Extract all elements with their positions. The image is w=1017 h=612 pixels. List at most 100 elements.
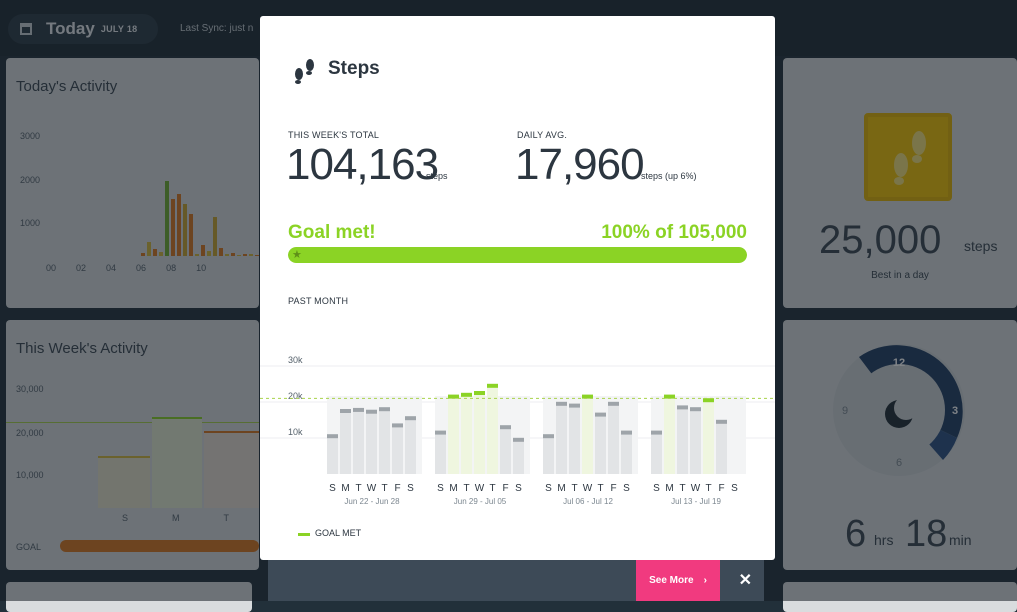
day-bar [500, 427, 511, 474]
sleep-clock: 12 3 6 9 [833, 344, 965, 476]
activity-bar [237, 255, 241, 256]
today-date-selector[interactable]: Today JULY 18 [8, 14, 158, 44]
day-bar [487, 385, 498, 474]
day-bar [664, 396, 675, 474]
last-sync-text: Last Sync: just n [180, 23, 254, 34]
past-month-chart: 30k20k10kS M T W T F SJun 22 - Jun 28S M T W T F SJu… [260, 355, 775, 506]
week-activity-tile[interactable]: This Week's Activity 30,000 20,000 10,00… [6, 320, 259, 570]
best-day-tile[interactable]: 25,000 steps Best in a day [783, 58, 1017, 308]
day-bar [716, 421, 727, 474]
goal-line [6, 422, 259, 423]
sleep-hours-unit: hrs [874, 532, 894, 548]
see-more-button[interactable]: See More › [636, 560, 720, 601]
day-bar [595, 414, 606, 474]
day-label: M [449, 483, 457, 494]
day-bar-cap [716, 419, 727, 424]
day-bar [448, 396, 459, 474]
day-bar-cap [340, 409, 351, 413]
week-total-unit: steps [426, 171, 448, 181]
day-bar [474, 393, 485, 474]
activity-bar [189, 214, 193, 256]
x-tick-label: 06 [136, 263, 147, 273]
x-tick-label: 00 [46, 263, 57, 273]
goal-met-text: Goal met! [288, 222, 376, 243]
day-bar [392, 425, 403, 474]
day-label: S [545, 483, 552, 494]
day-label: S [623, 483, 630, 494]
best-day-value: 25,000 [819, 218, 942, 262]
day-label: M [665, 483, 673, 494]
day-bar-cap [487, 383, 498, 388]
day-label: T [489, 483, 495, 494]
sleep-tile[interactable]: 12 3 6 9 6 hrs 18 min [783, 320, 1017, 570]
day-label: F [718, 483, 724, 494]
clock-label-6: 6 [896, 457, 902, 469]
bottom-tile [783, 582, 1017, 612]
day-bar-cap [621, 430, 632, 435]
day-label: M [341, 483, 349, 494]
y-tick-label: 30,000 [16, 384, 44, 394]
week-bar-top [152, 417, 202, 419]
day-bar-cap [690, 407, 701, 412]
day-label: T [355, 483, 361, 494]
day-bar [513, 439, 524, 474]
day-bar-cap [651, 430, 662, 435]
day-bar-cap [513, 437, 524, 442]
activity-bar [177, 194, 181, 256]
x-tick-label: T [223, 513, 230, 523]
best-day-label: Best in a day [871, 270, 929, 281]
day-bar-cap [327, 434, 338, 439]
day-bar [608, 403, 619, 474]
day-label: S [731, 483, 738, 494]
week-range-label: Jul 13 - Jul 19 [671, 497, 721, 506]
day-bar-cap [353, 407, 364, 412]
footprints-icon [295, 59, 314, 84]
x-tick-label: S [122, 513, 129, 523]
day-bar [651, 432, 662, 474]
day-label: F [502, 483, 508, 494]
activity-bar [183, 204, 187, 256]
x-axis-labels: 00 02 04 06 08 10 [46, 263, 256, 273]
week-bar [204, 431, 259, 508]
day-bar-cap [569, 403, 580, 408]
day-bar-cap [543, 434, 554, 439]
day-label: T [597, 483, 603, 494]
activity-bar [195, 254, 199, 256]
activity-bar [243, 254, 247, 256]
day-label: F [610, 483, 616, 494]
day-bar-cap [595, 412, 606, 417]
day-label: S [515, 483, 522, 494]
day-label: W [475, 483, 485, 494]
best-day-unit: steps [964, 238, 998, 254]
week-bar-top [98, 456, 150, 458]
day-label: T [679, 483, 685, 494]
day-bar [340, 411, 351, 474]
sleep-minutes: 18 [905, 513, 948, 555]
clock-label-9: 9 [842, 405, 848, 417]
activity-bar [165, 181, 169, 256]
daily-avg-unit: steps (up 6%) [641, 171, 697, 181]
day-bar-cap [474, 391, 485, 395]
activity-bar [213, 217, 217, 256]
y-tick-label: 2000 [20, 175, 41, 185]
today-activity-tile[interactable]: Today's Activity 3000 2000 1000 00 02 04… [6, 58, 259, 308]
modal-title: Steps [328, 58, 380, 79]
steps-modal: Steps THIS WEEK'S TOTAL 104,163 steps DA… [260, 16, 775, 560]
goal-label: GOAL [16, 542, 42, 552]
x-tick-label: 02 [76, 263, 87, 273]
today-label: Today [46, 19, 95, 38]
day-label: T [463, 483, 469, 494]
close-button[interactable]: ✕ [739, 570, 752, 590]
modal-footer: See More › ✕ [268, 560, 764, 601]
day-bar-cap [608, 401, 619, 406]
day-label: S [437, 483, 444, 494]
today-activity-chart [141, 158, 259, 256]
tile-title: This Week's Activity [16, 340, 148, 357]
activity-bar [171, 199, 175, 256]
legend-label: GOAL MET [315, 528, 362, 538]
daily-avg-value: 17,960 [515, 140, 645, 189]
week-bar [152, 417, 202, 508]
day-bar-cap [405, 416, 416, 421]
week-total-label: THIS WEEK'S TOTAL [288, 130, 380, 140]
day-bar-cap [379, 407, 390, 412]
